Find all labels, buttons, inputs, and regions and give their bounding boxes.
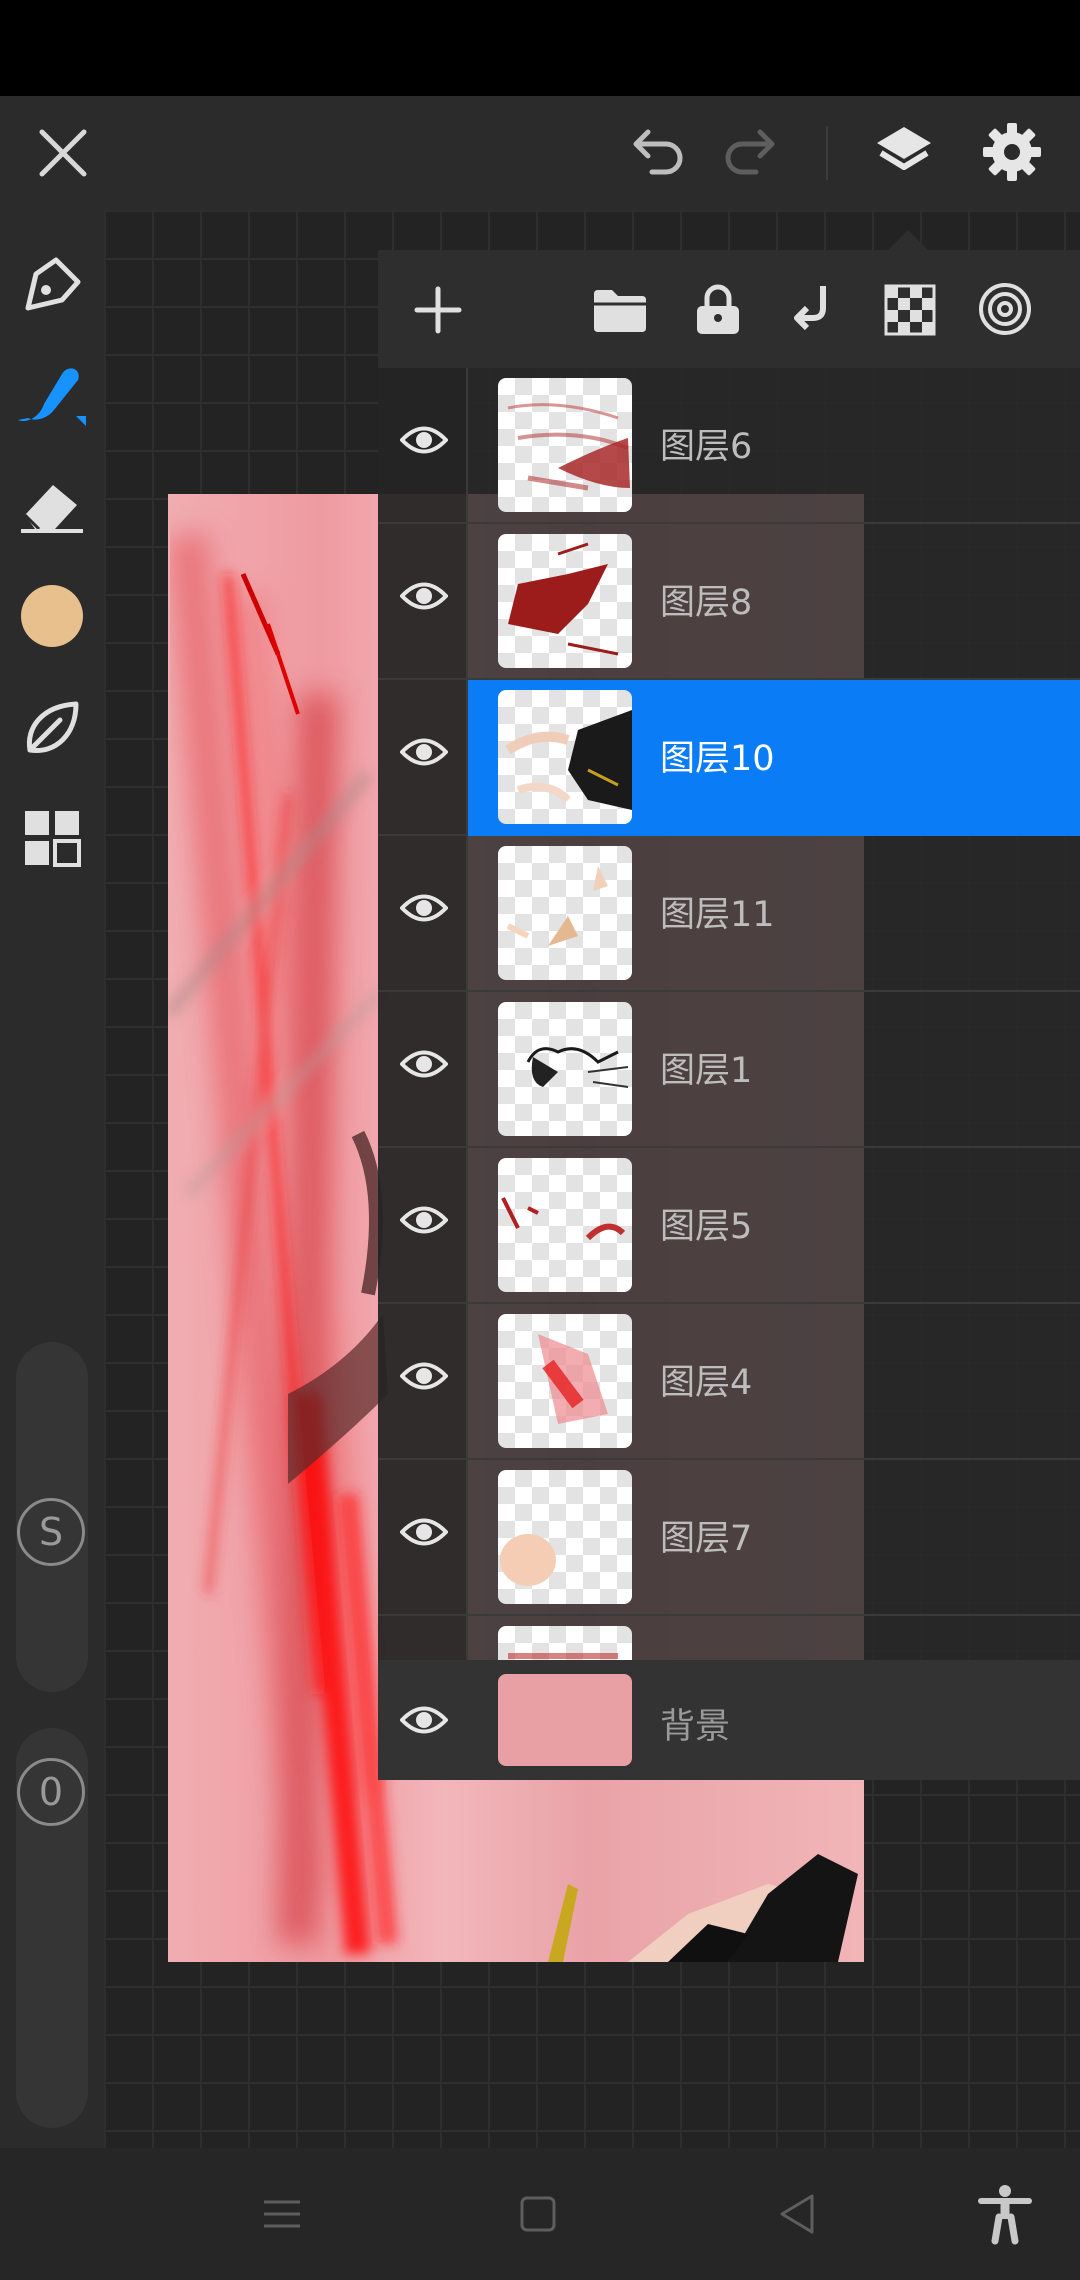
layer-thumbnail [498,1002,632,1136]
brush-tool-icon[interactable] [14,360,90,432]
background-layer-name: 背景 [660,1707,731,1747]
eye-visible-icon[interactable] [399,423,449,461]
layer-thumbnail [498,846,632,980]
opacity-slider-label: 0 [17,1758,85,1826]
eye-visible-icon[interactable] [399,1515,449,1553]
home-square-icon[interactable] [508,2184,568,2244]
layer-row-active[interactable]: 图层10 [378,680,1080,836]
status-bar [0,0,1080,96]
layers-icon[interactable] [868,116,940,188]
redo-icon[interactable] [716,122,788,182]
layer-thumbnail [498,1158,632,1292]
size-slider-label: S [17,1498,85,1566]
layer-thumbnail [498,1470,632,1604]
layer-row[interactable]: 图层1 [378,992,1080,1148]
eye-visible-icon[interactable] [399,891,449,929]
layer-row[interactable]: 图层4 [378,1304,1080,1460]
layer-thumbnail [498,1314,632,1448]
eye-visible-icon[interactable] [399,1047,449,1085]
lock-icon[interactable] [688,278,748,340]
smudge-leaf-icon[interactable] [18,694,86,762]
layer-thumbnail [498,378,632,512]
close-icon[interactable] [30,120,96,186]
layer-row[interactable]: 图层7 [378,1460,1080,1616]
panel-pointer [888,230,928,250]
back-triangle-icon[interactable] [766,2184,826,2244]
layer-name: 图层8 [660,583,753,623]
add-layer-icon[interactable] [408,280,468,340]
layer-panel: 图层6 图层8 图层10 图层11 图层1 图层5 图层4 图层7 背景 [378,250,1080,1780]
layer-name: 图层1 [660,1051,753,1091]
system-nav-bar [0,2148,1080,2280]
eye-visible-icon[interactable] [399,579,449,617]
color-swatch-circle [21,585,83,647]
layer-row[interactable]: 图层6 [378,368,1080,524]
menu-icon[interactable] [252,2188,312,2240]
layer-name: 图层10 [660,739,775,779]
layer-panel-toolbar [378,250,1080,368]
layer-name: 图层6 [660,427,753,467]
transparency-checker-icon[interactable] [880,280,940,340]
layer-list: 图层6 图层8 图层10 图层11 图层1 图层5 图层4 图层7 [378,368,1080,1660]
layer-name: 图层11 [660,895,775,935]
eraser-tool-icon[interactable] [16,472,88,538]
layer-thumbnail [498,1626,632,1660]
grid-apps-icon[interactable] [20,806,84,870]
layer-row[interactable]: 图层11 [378,836,1080,992]
toolbar-divider [826,126,828,180]
background-layer-row[interactable]: 背景 [378,1660,1080,1780]
layer-row[interactable]: 图层8 [378,524,1080,680]
layer-thumbnail [498,690,632,824]
accessibility-icon[interactable] [972,2180,1038,2248]
target-icon[interactable] [974,278,1036,340]
color-swatch[interactable] [20,584,84,648]
folder-icon[interactable] [590,280,650,340]
gear-icon[interactable] [976,116,1048,188]
layer-name: 图层4 [660,1363,753,1403]
eye-visible-icon[interactable] [399,735,449,773]
merge-down-icon[interactable] [784,278,844,340]
layer-row-partial[interactable] [378,1616,1080,1660]
layer-name: 图层7 [660,1519,753,1559]
eye-visible-icon[interactable] [399,1203,449,1241]
side-toolbar: S 0 [0,210,104,2148]
pen-tool-icon[interactable] [18,250,86,318]
drawing-app: S 0 图层6 图层8 图层10 图层11 图层1 图层5 图层4 图层7 背景 [0,96,1080,2148]
layer-name: 图层5 [660,1207,753,1247]
layer-row[interactable]: 图层5 [378,1148,1080,1304]
background-color-swatch[interactable] [498,1674,632,1766]
layer-thumbnail [498,534,632,668]
eye-visible-icon[interactable] [399,1359,449,1397]
undo-icon[interactable] [620,122,692,182]
eye-visible-icon[interactable] [399,1703,449,1741]
top-toolbar [0,96,1080,210]
